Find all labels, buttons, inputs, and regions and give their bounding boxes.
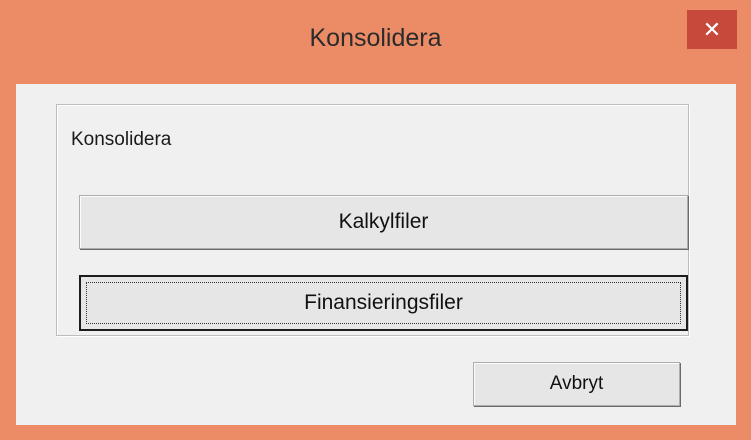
group-box: Konsolidera Kalkylfiler Finansieringsfil… <box>56 104 689 336</box>
finansieringsfiler-button[interactable]: Finansieringsfiler <box>79 275 688 331</box>
close-button[interactable]: ✕ <box>687 10 737 49</box>
close-icon: ✕ <box>702 16 722 42</box>
window-title: Konsolidera <box>309 24 442 52</box>
title-bar[interactable]: Konsolidera ✕ <box>0 0 751 82</box>
dialog-window: Konsolidera ✕ Konsolidera Kalkylfiler Fi… <box>0 0 751 440</box>
dialog-body: Konsolidera Kalkylfiler Finansieringsfil… <box>16 84 736 425</box>
group-label: Konsolidera <box>71 129 172 150</box>
finansieringsfiler-button-label: Finansieringsfiler <box>304 291 463 314</box>
kalkylfiler-button-label: Kalkylfiler <box>338 210 429 233</box>
kalkylfiler-button[interactable]: Kalkylfiler <box>79 195 688 249</box>
cancel-button-label: Avbryt <box>549 373 604 394</box>
cancel-button[interactable]: Avbryt <box>473 362 680 406</box>
